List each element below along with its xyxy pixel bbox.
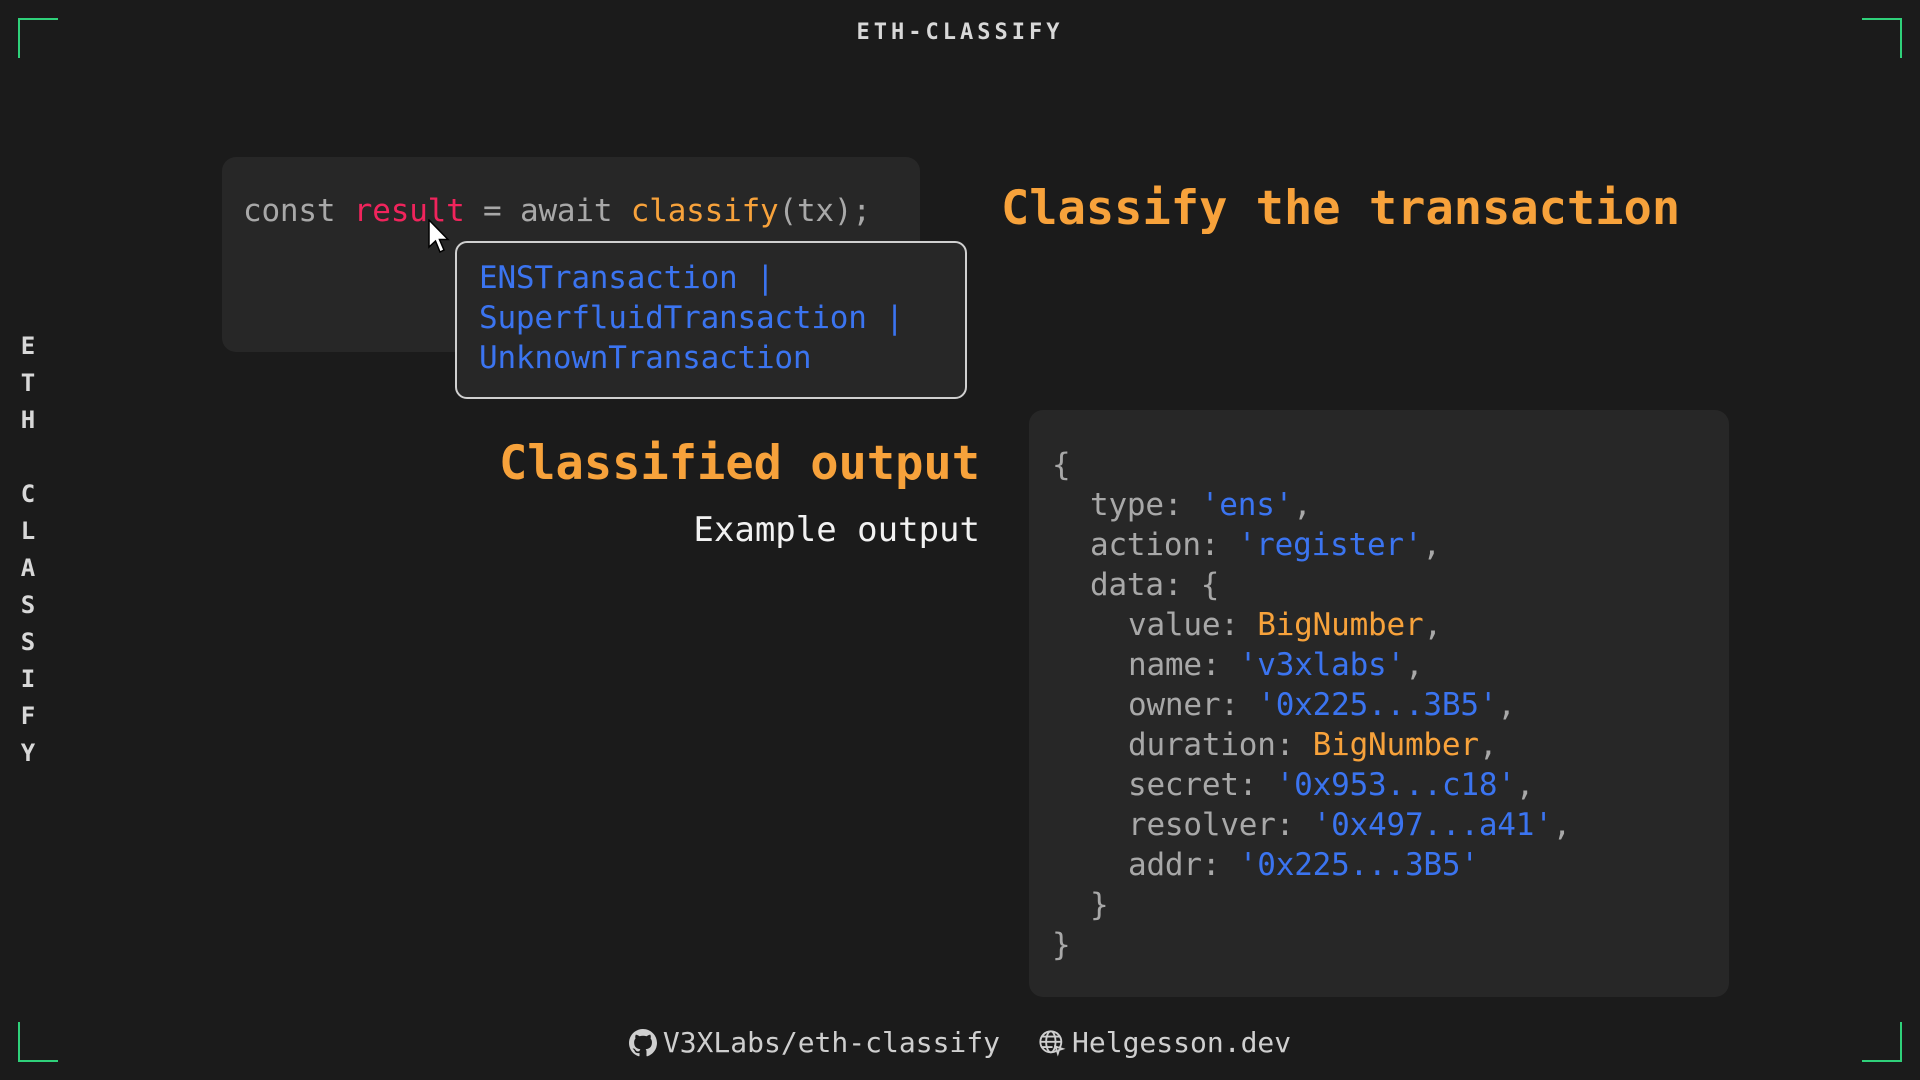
vertical-title-letter: A: [20, 554, 36, 582]
json-line: secret: '0x953...c18',: [1128, 765, 1534, 805]
json-key: secret:: [1128, 767, 1276, 803]
repo-link[interactable]: V3XLabs/eth-classify: [628, 1026, 1000, 1059]
repo-link-label: V3XLabs/eth-classify: [662, 1026, 1000, 1059]
code-args: (tx);: [778, 193, 872, 229]
footer: V3XLabs/eth-classify Helgesson.dev: [0, 1026, 1920, 1059]
tooltip-line: UnknownTransaction: [479, 340, 812, 376]
code-line: const result = await classify(tx);: [243, 193, 871, 229]
heading-classify: Classify the transaction: [1001, 181, 1681, 236]
heading-classified-output: Classified output: [498, 436, 980, 491]
json-output-panel: {type: 'ens', action: 'register', data: {v…: [1029, 410, 1729, 997]
json-value: '0x497...a41': [1312, 807, 1553, 843]
json-key: resolver:: [1128, 807, 1313, 843]
json-punctuation: ,: [1515, 767, 1535, 803]
json-punctuation: ,: [1422, 527, 1441, 563]
json-punctuation: ,: [1404, 647, 1424, 683]
json-key: }: [1052, 927, 1071, 963]
json-line: value: BigNumber,: [1128, 605, 1442, 645]
code-operator: = await: [464, 193, 631, 229]
website-link[interactable]: Helgesson.dev: [1038, 1026, 1291, 1059]
vertical-title-letter: E: [20, 332, 36, 360]
vertical-title-letter: S: [20, 628, 36, 656]
json-value: 'ens': [1200, 487, 1294, 523]
json-key: type:: [1090, 487, 1201, 523]
json-line: type: 'ens',: [1090, 485, 1312, 525]
json-punctuation: ,: [1478, 727, 1498, 763]
vertical-title-letter: Y: [20, 739, 36, 767]
vertical-title-letter: I: [20, 665, 36, 693]
page-title: ETH-CLASSIFY: [856, 20, 1064, 45]
json-punctuation: ,: [1552, 807, 1572, 843]
vertical-title: ETHCLASSIFY: [16, 328, 40, 772]
mouse-cursor-icon: [428, 219, 450, 254]
json-value: '0x225...3B5': [1238, 847, 1479, 883]
json-line: addr: '0x225...3B5': [1128, 845, 1479, 885]
subheading-example-output: Example output: [693, 510, 980, 550]
github-icon: [628, 1028, 657, 1056]
json-value: BigNumber: [1312, 727, 1479, 763]
json-line: }: [1052, 925, 1071, 965]
json-key: duration:: [1128, 727, 1313, 763]
json-key: addr:: [1128, 847, 1239, 883]
json-key: owner:: [1128, 687, 1258, 723]
json-line: }: [1090, 885, 1109, 925]
json-value: 'v3xlabs': [1238, 647, 1405, 683]
json-value: BigNumber: [1257, 607, 1424, 643]
json-key: action:: [1090, 527, 1238, 563]
json-punctuation: ,: [1293, 487, 1312, 523]
vertical-title-letter: T: [20, 369, 36, 397]
json-key: name:: [1128, 647, 1239, 683]
json-line: owner: '0x225...3B5',: [1128, 685, 1516, 725]
code-function: classify: [630, 193, 779, 229]
json-punctuation: ,: [1423, 607, 1442, 643]
vertical-title-letter: C: [20, 480, 36, 508]
json-line: duration: BigNumber,: [1128, 725, 1498, 765]
json-value: 'register': [1237, 527, 1423, 563]
vertical-title-letter: L: [20, 517, 36, 545]
json-line: name: 'v3xlabs',: [1128, 645, 1424, 685]
tooltip-line: SuperfluidTransaction |: [479, 300, 904, 336]
json-value: '0x953...c18': [1275, 767, 1516, 803]
json-line: action: 'register',: [1090, 525, 1441, 565]
vertical-title-letter: S: [20, 591, 36, 619]
website-link-label: Helgesson.dev: [1072, 1026, 1292, 1059]
json-line: {: [1052, 445, 1071, 485]
json-key: {: [1052, 447, 1071, 483]
json-line: resolver: '0x497...a41',: [1128, 805, 1571, 845]
json-key: }: [1090, 887, 1109, 923]
tooltip-line: ENSTransaction |: [479, 260, 775, 296]
vertical-title-letter: F: [20, 702, 36, 730]
json-line: data: {: [1090, 565, 1219, 605]
globe-icon: [1039, 1029, 1066, 1056]
json-key: data: {: [1090, 567, 1220, 603]
json-key: value:: [1128, 607, 1258, 643]
type-tooltip: ENSTransaction | SuperfluidTransaction |…: [455, 241, 967, 399]
json-value: '0x225...3B5': [1257, 687, 1498, 723]
code-keyword: const: [243, 193, 354, 229]
vertical-title-letter: H: [20, 406, 36, 434]
json-punctuation: ,: [1497, 687, 1516, 723]
